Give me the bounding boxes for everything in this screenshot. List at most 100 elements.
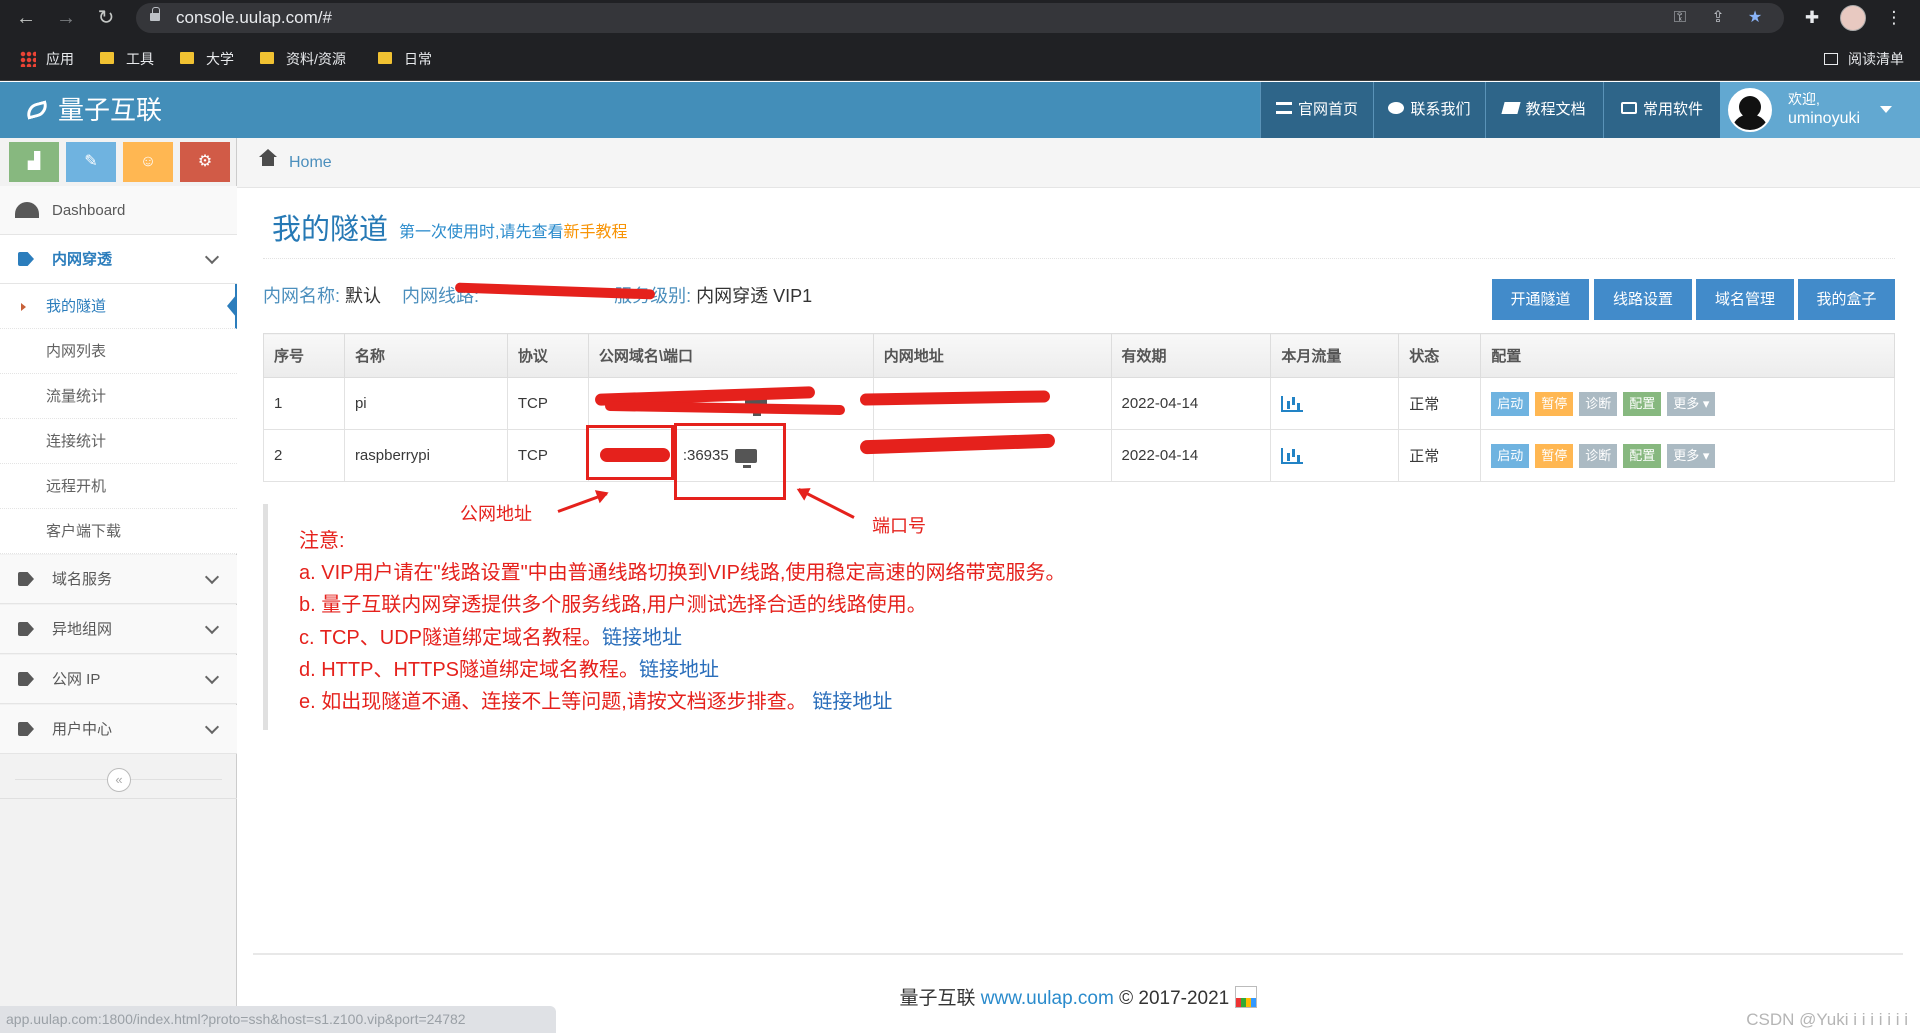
- page-title: 我的隧道: [272, 214, 389, 246]
- public-address-highlight-box: [586, 425, 674, 480]
- notice-text: d. HTTP、HTTPS隧道绑定域名教程。: [299, 659, 640, 681]
- drive-icon: [1620, 102, 1637, 115]
- dashboard-icon: [15, 202, 39, 218]
- pause-button[interactable]: 暂停: [1535, 443, 1574, 468]
- sidebar-subitem-wake-on-lan[interactable]: 远程开机: [0, 464, 237, 509]
- back-arrow-icon[interactable]: ←: [14, 6, 38, 30]
- breadcrumb-home[interactable]: Home: [289, 138, 332, 188]
- sidebar-subitem-intranet-list[interactable]: 内网列表: [0, 329, 237, 374]
- bookmark-apps[interactable]: 应用: [20, 48, 74, 70]
- start-button[interactable]: 启动: [1491, 391, 1530, 416]
- open-tunnel-button[interactable]: 开通隧道: [1492, 279, 1589, 320]
- collapse-double-left-icon[interactable]: «: [107, 768, 131, 792]
- bookmark-resources[interactable]: 资料/资源: [260, 48, 346, 70]
- more-dropdown[interactable]: 更多 ▾: [1667, 391, 1716, 416]
- page-header: 我的隧道 第一次使用时,请先查看新手教程: [263, 204, 1895, 259]
- signal-chart-icon[interactable]: ▟: [9, 142, 59, 182]
- sidebar-item-public-ip[interactable]: 公网 IP: [0, 655, 237, 704]
- sidebar-item-remote-network[interactable]: 异地组网: [0, 605, 237, 654]
- notice-link[interactable]: 链接地址: [602, 627, 682, 649]
- brand-name: 量子互联: [58, 95, 163, 125]
- menu-kebab-icon[interactable]: ⋮: [1882, 6, 1906, 30]
- bar-chart-icon[interactable]: [1281, 448, 1304, 465]
- reading-list[interactable]: 阅读清单: [1824, 48, 1904, 70]
- bookmark-tools[interactable]: 工具: [100, 48, 154, 70]
- notice-link[interactable]: 链接地址: [639, 659, 719, 681]
- key-icon[interactable]: ⚿: [1669, 7, 1691, 29]
- diagnose-button[interactable]: 诊断: [1579, 391, 1618, 416]
- more-dropdown[interactable]: 更多 ▾: [1667, 443, 1716, 468]
- footer-site-link[interactable]: www.uulap.com: [981, 988, 1114, 1009]
- nav-home[interactable]: 官网首页: [1260, 82, 1373, 138]
- home-icon: [259, 149, 277, 169]
- bookmark-label: 大学: [206, 51, 234, 67]
- book-icon: [1501, 102, 1522, 115]
- my-box-button[interactable]: 我的盒子: [1798, 279, 1895, 320]
- pencil-icon[interactable]: ✎: [66, 142, 116, 182]
- level-value: 内网穿透 VIP1: [696, 286, 813, 306]
- bar-chart-icon[interactable]: [1281, 396, 1304, 413]
- extensions-puzzle-icon[interactable]: ✚: [1800, 6, 1824, 30]
- column-header: 配置: [1480, 333, 1895, 378]
- breadcrumb: Home: [237, 138, 1920, 188]
- newbie-tutorial-link[interactable]: 新手教程: [563, 224, 627, 241]
- address-bar[interactable]: console.uulap.com/# ⚿ ⇪ ★: [136, 3, 1784, 33]
- tunnels-table: 序号 名称 协议 公网域名\端口 内网地址 有效期 本月流量 状态 配置 1 p…: [263, 333, 1895, 482]
- bookmark-university[interactable]: 大学: [180, 48, 234, 70]
- nav-software[interactable]: 常用软件: [1603, 82, 1720, 138]
- cell-status: 正常: [1398, 429, 1482, 482]
- star-icon[interactable]: ★: [1744, 7, 1766, 29]
- sidebar-subitem-my-tunnels[interactable]: 我的隧道: [0, 284, 237, 329]
- lock-icon: [150, 7, 160, 21]
- cell-actions: 启动 暂停 诊断 配置 更多 ▾: [1480, 429, 1895, 482]
- cogs-icon[interactable]: ⚙: [180, 142, 230, 182]
- bookmark-daily[interactable]: 日常: [378, 48, 432, 70]
- user-avatar: [1728, 88, 1772, 132]
- sidebar-subitem-connection-stats[interactable]: 连接统计: [0, 419, 237, 464]
- cell-protocol: TCP: [506, 429, 589, 482]
- diagnose-button[interactable]: 诊断: [1579, 443, 1618, 468]
- cnzz-stats-icon[interactable]: [1234, 985, 1257, 1008]
- sidebar-item-user-center[interactable]: 用户中心: [0, 705, 237, 754]
- start-button[interactable]: 启动: [1491, 443, 1530, 468]
- user-menu[interactable]: 欢迎, uminoyuki: [1720, 82, 1920, 138]
- welcome-text: 欢迎,: [1788, 91, 1820, 107]
- nav-docs[interactable]: 教程文档: [1485, 82, 1603, 138]
- sidebar-item-intranet[interactable]: 内网穿透: [0, 235, 237, 284]
- forward-arrow-icon[interactable]: →: [54, 6, 78, 30]
- sidebar-subitem-client-download[interactable]: 客户端下载: [0, 509, 237, 554]
- notice-item-e: e. 如出现隧道不通、连接不上等问题,请按文档逐步排查。 链接地址: [299, 685, 892, 714]
- share-icon[interactable]: ⇪: [1707, 7, 1729, 29]
- chevron-down-icon: [204, 669, 220, 685]
- users-icon[interactable]: ☺: [123, 142, 173, 182]
- tag-icon: [18, 672, 34, 686]
- bookmark-label: 应用: [46, 51, 74, 67]
- notice-link[interactable]: 链接地址: [812, 691, 892, 713]
- sidebar-subitem-traffic-stats[interactable]: 流量统计: [0, 374, 237, 419]
- bookmarks-bar: 应用 工具 大学 资料/资源 日常 阅读清单: [0, 36, 1920, 81]
- brand-logo[interactable]: 量子互联: [24, 94, 163, 126]
- profile-avatar[interactable]: [1840, 5, 1866, 31]
- column-header: 状态: [1398, 333, 1482, 378]
- reload-icon[interactable]: ↻: [94, 6, 118, 30]
- nav-contact[interactable]: 联系我们: [1373, 82, 1485, 138]
- column-header: 协议: [506, 333, 589, 378]
- pause-button[interactable]: 暂停: [1535, 391, 1574, 416]
- url-text: console.uulap.com/#: [176, 8, 332, 27]
- table-row: 1 pi TCP 2022-04-14 正常 启动 暂停 诊断 配置 更多 ▾: [263, 377, 1895, 430]
- cell-no: 2: [263, 429, 345, 482]
- sidebar-item-domain[interactable]: 域名服务: [0, 555, 237, 604]
- footer-brand: 量子互联: [899, 988, 976, 1009]
- chevron-down-icon: [204, 569, 220, 585]
- sidebar-item-label: 内网穿透: [52, 251, 113, 268]
- sidebar-item-label: 公网 IP: [52, 671, 101, 688]
- cell-traffic: [1270, 429, 1400, 482]
- sidebar-collapse-bar: «: [0, 761, 237, 799]
- browser-status-url: app.uulap.com:1800/index.html?proto=ssh&…: [0, 1006, 556, 1033]
- folder-icon: [100, 52, 114, 65]
- config-button[interactable]: 配置: [1623, 391, 1662, 416]
- sidebar-item-dashboard[interactable]: Dashboard: [0, 186, 237, 235]
- route-settings-button[interactable]: 线路设置: [1594, 279, 1692, 320]
- config-button[interactable]: 配置: [1623, 443, 1662, 468]
- domain-management-button[interactable]: 域名管理: [1696, 279, 1794, 320]
